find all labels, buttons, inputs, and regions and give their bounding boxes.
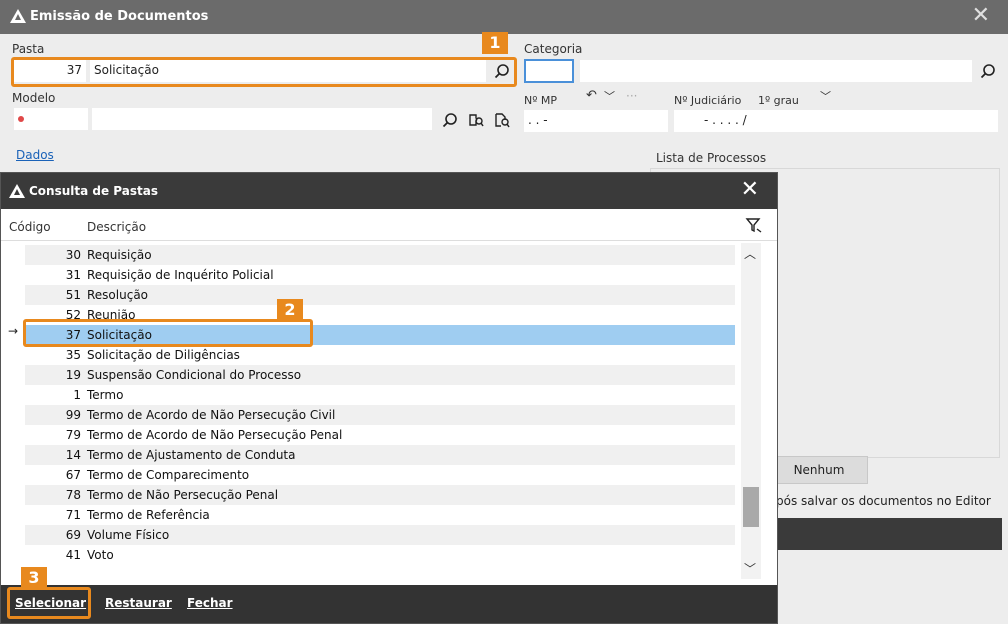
consulta-pastas-dialog: Consulta de Pastas ✕ Código Descrição 30… <box>0 172 778 624</box>
vertical-scrollbar[interactable]: ︿ ﹀ <box>741 243 761 579</box>
dialog-titlebar: Consulta de Pastas ✕ <box>1 173 777 209</box>
lista-processos-label: Lista de Processos <box>656 151 767 165</box>
app-logo-icon <box>10 9 26 23</box>
grau-selector[interactable]: 1º grau <box>758 94 799 107</box>
undo-icon[interactable]: ↶ <box>586 88 597 103</box>
highlight-selecionar <box>7 587 91 619</box>
scroll-down-icon[interactable]: ﹀ <box>744 560 756 577</box>
scrollbar-thumb[interactable] <box>743 487 759 527</box>
table-row[interactable]: 99 Termo de Acordo de Não Persecução Civi… <box>25 405 735 425</box>
grid-rows: 30 Requisição 31 Requisição de Inquérito P… <box>25 245 735 565</box>
current-row-arrow-icon: → <box>8 324 19 338</box>
tab-dados[interactable]: Dados <box>16 148 54 162</box>
nenhum-button[interactable]: Nenhum <box>770 456 868 484</box>
background-dark-bar <box>770 518 1002 550</box>
chevron-down-icon[interactable]: ﹀ <box>604 88 615 104</box>
step-badge-3: 3 <box>21 567 47 589</box>
fechar-button[interactable]: Fechar <box>187 596 233 610</box>
grau-chevron-down-icon[interactable]: ﹀ <box>820 88 831 104</box>
table-row[interactable]: 19 Suspensão Condicional do Processo <box>25 365 735 385</box>
step-badge-2: 2 <box>277 299 303 321</box>
step-badge-1: 1 <box>482 32 508 54</box>
nmp-label: Nº MP <box>524 94 558 107</box>
scroll-up-icon[interactable]: ︿ <box>744 245 756 262</box>
judiciario-label: Nº Judiciário <box>674 94 742 107</box>
table-row[interactable]: 30 Requisição <box>25 245 735 265</box>
editor-note: pós salvar os documentos no Editor <box>776 494 991 508</box>
dialog-title: Consulta de Pastas <box>29 184 158 198</box>
table-row[interactable]: 67 Termo de Comparecimento <box>25 465 735 485</box>
modelo-code-field[interactable] <box>14 108 88 130</box>
highlight-selected-row <box>23 319 313 347</box>
window-title: Emissão de Documentos <box>30 9 209 24</box>
judiciario-field[interactable]: - . . . . / <box>674 110 998 132</box>
table-row[interactable]: 31 Requisição de Inquérito Policial <box>25 265 735 285</box>
categoria-code-field[interactable] <box>524 59 574 83</box>
nmp-field[interactable]: . . - <box>524 110 668 132</box>
table-row[interactable]: 78 Termo de Não Persecução Penal <box>25 485 735 505</box>
table-row[interactable]: 14 Termo de Ajustamento de Conduta <box>25 445 735 465</box>
highlight-pasta <box>11 57 517 87</box>
modelo-name-field[interactable] <box>92 108 432 130</box>
window-close-icon[interactable]: ✕ <box>972 3 990 28</box>
categoria-search-icon[interactable] <box>980 63 996 79</box>
table-row[interactable]: 35 Solicitação de Diligências <box>25 345 735 365</box>
categoria-name-field[interactable] <box>580 60 972 82</box>
table-row[interactable]: 69 Volume Físico <box>25 525 735 545</box>
modelo-label: Modelo <box>12 91 56 105</box>
main-window-titlebar: Emissão de Documentos ✕ <box>0 0 1008 34</box>
table-row[interactable]: 79 Termo de Acordo de Não Persecução Pena… <box>25 425 735 445</box>
model-document-search-icon[interactable] <box>494 112 510 128</box>
col-descricao[interactable]: Descrição <box>87 220 146 234</box>
pasta-label: Pasta <box>12 42 45 56</box>
restaurar-button[interactable]: Restaurar <box>105 596 172 610</box>
table-row[interactable]: 1 Termo <box>25 385 735 405</box>
dialog-logo-icon <box>9 184 25 198</box>
table-row[interactable]: 51 Resolução <box>25 285 735 305</box>
dialog-action-bar: Selecionar Restaurar Fechar <box>1 585 777 623</box>
modelo-search-icon[interactable] <box>442 112 458 128</box>
col-codigo[interactable]: Código <box>9 220 51 234</box>
categoria-label: Categoria <box>524 42 583 56</box>
table-row[interactable]: 71 Termo de Referência <box>25 505 735 525</box>
grid-header: Código Descrição <box>1 213 777 241</box>
model-puzzle-search-icon[interactable] <box>468 112 484 128</box>
more-icon[interactable]: ··· <box>626 89 637 103</box>
filter-icon[interactable] <box>745 217 763 235</box>
required-dot-icon <box>18 116 24 122</box>
table-row[interactable]: 41 Voto <box>25 545 735 565</box>
dialog-close-icon[interactable]: ✕ <box>741 177 759 202</box>
